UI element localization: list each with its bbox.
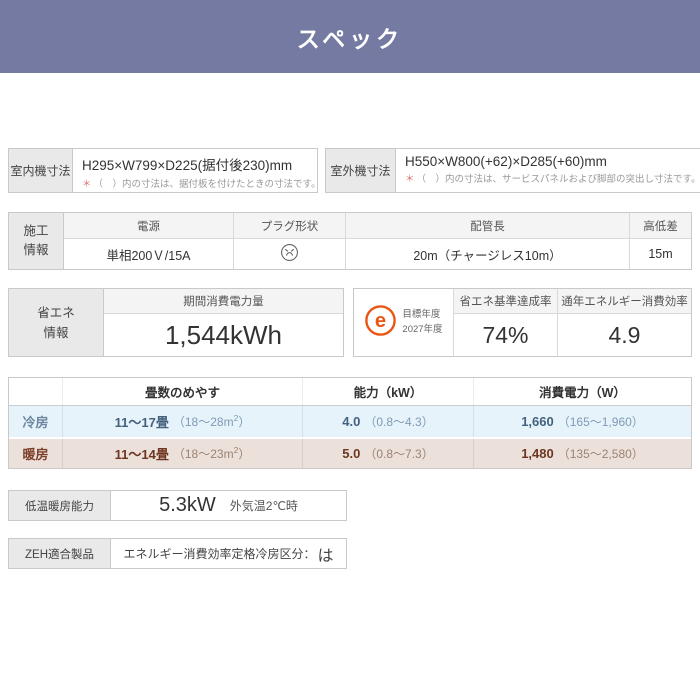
cooling-capacity-value: 4.0	[342, 414, 360, 429]
achievement-rate-column: 省エネ基準達成率 74%	[454, 289, 558, 356]
heating-tatami-value: 11〜14畳	[115, 444, 169, 463]
heating-row-label: 暖房	[9, 439, 63, 468]
indoor-unit-dimensions: 室内機寸法 H295×W799×D225(据付後230)mm ＊（ ）内の寸法は…	[8, 148, 318, 193]
asterisk-mark: ＊	[405, 174, 415, 185]
outdoor-note-text: （ ）内の寸法は、サービスパネルおよび脚部の突出し寸法です。	[417, 174, 700, 185]
height-difference-value: 15m	[630, 239, 691, 269]
apf-value: 4.9	[558, 314, 691, 356]
piping-length-value: 20m（チャージレス10m）	[346, 239, 630, 269]
plug-shape-cell	[234, 239, 346, 269]
emark-letter: e	[375, 309, 386, 331]
cooling-tatami-cell: 11〜17畳 （18〜28m2）	[63, 406, 303, 437]
low-temp-heating-row: 低温暖房能力 5.3kW 外気温2℃時	[8, 490, 347, 521]
low-temp-heating-value-cell: 5.3kW 外気温2℃時	[111, 491, 346, 520]
spec-page: スペック 室内機寸法 H295×W799×D225(据付後230)mm ＊（ ）…	[0, 0, 700, 700]
heating-power-value: 1,480	[521, 446, 554, 461]
heating-capacity-value: 5.0	[342, 446, 360, 461]
period-consumption-value: 1,544kWh	[104, 314, 343, 356]
indoor-dimensions-value-cell: H295×W799×D225(据付後230)mm ＊（ ）内の寸法は、据付板を付…	[73, 149, 317, 192]
power-header: 電源	[64, 213, 234, 239]
cooling-row-label: 冷房	[9, 406, 63, 437]
asterisk-mark: ＊	[82, 179, 92, 190]
apf-header: 通年エネルギー消費効率	[558, 289, 691, 314]
dimensions-row: 室内機寸法 H295×W799×D225(据付後230)mm ＊（ ）内の寸法は…	[8, 148, 692, 193]
period-consumption-block: 省エネ 情報 期間消費電力量 1,544kWh	[8, 288, 344, 357]
apf-column: 通年エネルギー消費効率 4.9	[558, 289, 691, 356]
target-year-label: 目標年度	[402, 308, 442, 323]
heating-tatami-cell: 11〜14畳 （18〜23m2）	[63, 439, 303, 468]
outdoor-dimensions-note: ＊（ ）内の寸法は、サービスパネルおよび脚部の突出し寸法です。	[405, 171, 700, 185]
power-value: 単相200Ｖ/15A	[64, 239, 234, 269]
indoor-dimensions-value: H295×W799×D225(据付後230)mm	[82, 154, 311, 174]
energy-label-line1: 省エネ	[37, 303, 75, 323]
height-difference-header: 高低差	[630, 213, 691, 239]
zeh-category: は	[318, 542, 334, 566]
construction-info-label: 施工 情報	[9, 213, 64, 269]
cooling-tatami-value: 11〜17畳	[115, 412, 169, 431]
heating-row: 暖房 11〜14畳 （18〜23m2） 5.0 （0.8〜7.3） 1,480 …	[9, 437, 691, 468]
spec-title-bar: スペック	[0, 0, 700, 73]
piping-length-header: 配管長	[346, 213, 630, 239]
energy-saving-label: 省エネ 情報	[9, 289, 104, 356]
power-consumption-header: 消費電力（W）	[474, 378, 691, 405]
capacity-table-header: 畳数のめやす 能力（kW） 消費電力（W）	[9, 378, 691, 406]
cooling-row: 冷房 11〜17畳 （18〜28m2） 4.0 （0.8〜4.3） 1,660 …	[9, 406, 691, 437]
heating-power-cell: 1,480 （135〜2,580）	[474, 439, 691, 468]
heating-area-pre: （18〜23m	[173, 447, 234, 461]
zeh-row: ZEH適合製品 エネルギー消費効率定格冷房区分： は	[8, 538, 347, 569]
indoor-dimensions-label: 室内機寸法	[9, 149, 73, 192]
cooling-capacity-range: （0.8〜4.3）	[364, 413, 433, 430]
cooling-power-range: （165〜1,960）	[558, 413, 644, 430]
cooling-area-pre: （18〜28m	[173, 415, 234, 429]
energy-saving-e-mark-icon: e	[364, 304, 397, 342]
construction-label-line1: 施工	[23, 222, 48, 241]
period-consumption-header: 期間消費電力量	[104, 289, 343, 314]
achievement-rate-value: 74%	[454, 314, 557, 356]
emark-cell: e 目標年度 2027年度	[354, 289, 454, 356]
capacity-table: 畳数のめやす 能力（kW） 消費電力（W） 冷房 11〜17畳 （18〜28m2…	[8, 377, 692, 469]
achievement-rate-header: 省エネ基準達成率	[454, 289, 557, 314]
energy-saving-section: 省エネ 情報 期間消費電力量 1,544kWh e 目標年度 2027年度	[8, 288, 692, 357]
cooling-area-range: （18〜28m2）	[173, 413, 250, 430]
heating-power-range: （135〜2,580）	[558, 445, 644, 462]
cooling-area-post: ）	[238, 415, 250, 429]
plug-shape-header: プラグ形状	[234, 213, 346, 239]
plug-shape-icon	[280, 243, 299, 265]
indoor-note-text: （ ）内の寸法は、据付板を付けたときの寸法です。	[94, 179, 317, 190]
outdoor-dimensions-value-cell: H550×W800(+62)×D285(+60)mm ＊（ ）内の寸法は、サービ…	[396, 149, 700, 192]
construction-info-table: 施工 情報 電源 プラグ形状 配管長 高低差 単相200Ｖ/15A 20m（チャ…	[8, 212, 692, 270]
target-year: 目標年度 2027年度	[402, 308, 442, 337]
page-title: スペック	[297, 20, 403, 54]
tatami-header: 畳数のめやす	[63, 378, 303, 405]
construction-grid: 電源 プラグ形状 配管長 高低差 単相200Ｖ/15A 20m（チャージレス10…	[64, 213, 691, 269]
energy-rating-block: e 目標年度 2027年度 省エネ基準達成率 74% 通年エネルギー消費効率 4…	[353, 288, 692, 357]
outdoor-dimensions-value: H550×W800(+62)×D285(+60)mm	[405, 154, 700, 169]
low-temp-heating-value: 5.3kW	[159, 494, 216, 517]
cooling-power-cell: 1,660 （165〜1,960）	[474, 406, 691, 437]
cooling-capacity-cell: 4.0 （0.8〜4.3）	[303, 406, 474, 437]
outdoor-unit-dimensions: 室外機寸法 H550×W800(+62)×D285(+60)mm ＊（ ）内の寸…	[325, 148, 700, 193]
period-consumption-cell: 期間消費電力量 1,544kWh	[104, 289, 343, 356]
capacity-header: 能力（kW）	[303, 378, 474, 405]
zeh-label: ZEH適合製品	[9, 539, 111, 568]
outdoor-dimensions-label: 室外機寸法	[326, 149, 396, 192]
heating-capacity-range: （0.8〜7.3）	[364, 445, 433, 462]
zeh-text: エネルギー消費効率定格冷房区分：	[123, 545, 315, 562]
heating-area-post: ）	[238, 447, 250, 461]
zeh-value-cell: エネルギー消費効率定格冷房区分： は	[111, 539, 346, 568]
heating-area-range: （18〜23m2）	[173, 445, 250, 462]
low-temp-heating-label: 低温暖房能力	[9, 491, 111, 520]
energy-label-line2: 情報	[43, 323, 68, 343]
heating-capacity-cell: 5.0 （0.8〜7.3）	[303, 439, 474, 468]
target-year-value: 2027年度	[402, 323, 442, 338]
construction-label-line2: 情報	[23, 241, 48, 260]
cooling-power-value: 1,660	[521, 414, 554, 429]
indoor-dimensions-note: ＊（ ）内の寸法は、据付板を付けたときの寸法です。	[82, 176, 311, 190]
low-temp-heating-condition: 外気温2℃時	[230, 497, 298, 514]
blank-header-cell	[9, 378, 63, 405]
